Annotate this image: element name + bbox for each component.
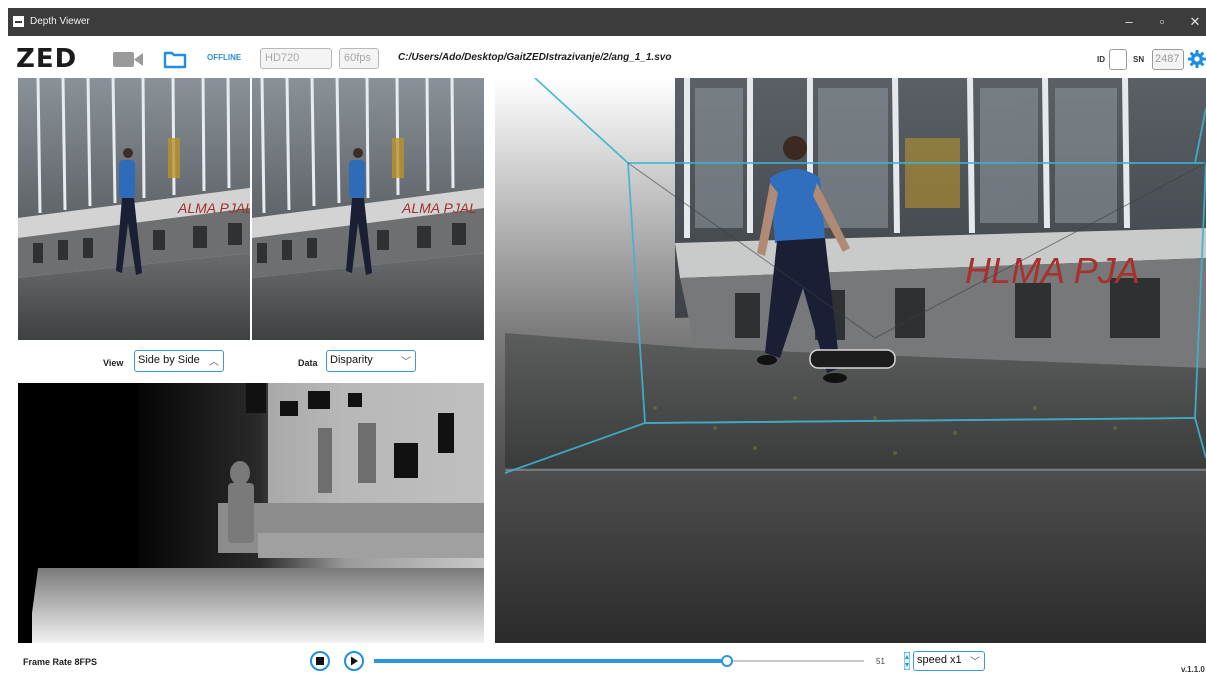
svg-text:ALMA PJAL: ALMA PJAL: [177, 200, 250, 216]
video-camera-icon[interactable]: [113, 51, 143, 68]
speed-select[interactable]: speed x1 ﹀: [913, 651, 985, 671]
data-label: Data: [298, 358, 318, 368]
stop-icon: [316, 657, 324, 665]
spinner-arrows-icon[interactable]: [904, 652, 910, 670]
id-label: ID: [1097, 55, 1105, 64]
offline-status: OFFLINE: [207, 53, 242, 62]
minimize-button[interactable]: –: [1118, 12, 1140, 32]
point-cloud-3d-view[interactable]: HLMA PJA: [495, 78, 1206, 643]
toolbar: ZED OFFLINE HD720 60fps C:/Users/Ado/Des…: [8, 36, 1206, 80]
disparity-image: [18, 383, 484, 643]
fps-field[interactable]: 60fps: [339, 48, 379, 69]
id-field[interactable]: [1109, 49, 1127, 70]
svg-text:HLMA PJA: HLMA PJA: [965, 250, 1140, 291]
version-label: v.1.1.0: [1181, 665, 1205, 674]
chevron-down-icon: ﹀: [970, 657, 980, 668]
play-button[interactable]: [344, 651, 364, 671]
playback-slider-fill: [374, 659, 727, 663]
view-select[interactable]: Side by Side ︿: [134, 350, 224, 372]
right-camera-image: ALMA PJAL: [252, 78, 484, 340]
window-title: Depth Viewer: [30, 16, 90, 27]
left-camera-image: ALMA PJAL: [18, 78, 250, 340]
data-select-value: Disparity: [330, 354, 373, 366]
zed-logo: ZED: [16, 44, 78, 74]
speed-select-value: speed x1: [917, 654, 962, 666]
gear-icon[interactable]: [1188, 50, 1206, 68]
chevron-up-icon: ︿: [209, 357, 219, 368]
serial-number-field[interactable]: 2487: [1152, 49, 1184, 70]
view-select-value: Side by Side: [138, 354, 200, 366]
close-button[interactable]: ✕: [1184, 12, 1206, 32]
app-icon: [13, 16, 24, 27]
frame-number: 51: [876, 657, 885, 666]
stop-button[interactable]: [310, 651, 330, 671]
playback-slider-track[interactable]: [374, 659, 864, 663]
frame-rate-label: Frame Rate 8FPS: [23, 657, 98, 667]
sn-label: SN: [1133, 55, 1145, 64]
playback-slider-handle[interactable]: [720, 655, 733, 667]
maximize-button[interactable]: ▫: [1151, 12, 1173, 32]
resolution-field[interactable]: HD720: [260, 48, 332, 69]
svo-file-path: C:/Users/Ado/Desktop/GaitZEDIstrazivanje…: [398, 52, 672, 63]
play-icon: [351, 656, 358, 666]
svg-text:ALMA PJAL: ALMA PJAL: [401, 200, 477, 216]
folder-icon[interactable]: [163, 49, 187, 69]
playback-bar: Frame Rate 8FPS 51 speed x1 ﹀ v.1.1.0: [8, 643, 1206, 677]
chevron-down-icon: ﹀: [401, 357, 411, 368]
title-bar: Depth Viewer – ▫ ✕: [8, 8, 1206, 36]
view-label: View: [103, 358, 124, 368]
data-select[interactable]: Disparity ﹀: [326, 350, 416, 372]
depth-viewer-window: Depth Viewer – ▫ ✕ ZED OFFLINE HD720 60f…: [8, 8, 1206, 677]
left-panel: ALMA PJAL ALMA PJAL View Side by Side ︿ …: [18, 78, 484, 643]
